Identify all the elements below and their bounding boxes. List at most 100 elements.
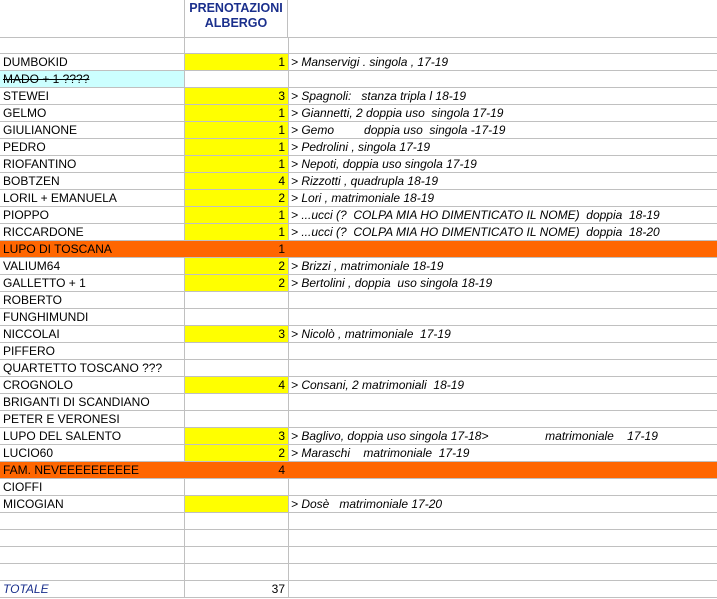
- note-cell[interactable]: > ...ucci (? COLPA MIA HO DIMENTICATO IL…: [289, 207, 717, 223]
- qty-cell[interactable]: 1: [185, 224, 289, 240]
- note-cell[interactable]: > Nicolò , matrimoniale 17-19: [289, 326, 717, 342]
- note-cell[interactable]: > Pedrolini , singola 17-19: [289, 139, 717, 155]
- qty-cell[interactable]: [185, 564, 289, 580]
- note-cell[interactable]: > ...ucci (? COLPA MIA HO DIMENTICATO IL…: [289, 224, 717, 240]
- note-cell[interactable]: [289, 530, 717, 546]
- note-cell[interactable]: [289, 241, 717, 257]
- note-cell[interactable]: [289, 394, 717, 410]
- note-cell[interactable]: [289, 343, 717, 359]
- name-cell[interactable]: FUNGHIMUNDI: [0, 309, 185, 325]
- name-cell[interactable]: GIULIANONE: [0, 122, 185, 138]
- qty-cell[interactable]: 1: [185, 207, 289, 223]
- qty-cell[interactable]: 2: [185, 445, 289, 461]
- header-cell-prenotazioni[interactable]: PRENOTAZIONI ALBERGO: [185, 0, 288, 37]
- qty-cell[interactable]: 3: [185, 326, 289, 342]
- name-cell[interactable]: DUMBOKID: [0, 54, 185, 70]
- name-cell[interactable]: FAM. NEVEEEEEEEEEE: [0, 462, 185, 478]
- name-cell[interactable]: BOBTZEN: [0, 173, 185, 189]
- name-cell[interactable]: PEDRO: [0, 139, 185, 155]
- note-cell[interactable]: [289, 564, 717, 580]
- qty-cell[interactable]: 1: [185, 156, 289, 172]
- qty-cell[interactable]: [185, 37, 289, 53]
- name-cell[interactable]: MADO + 1 ????: [0, 71, 185, 87]
- qty-cell[interactable]: [185, 547, 289, 563]
- qty-cell[interactable]: 1: [185, 122, 289, 138]
- qty-cell[interactable]: 3: [185, 428, 289, 444]
- note-cell[interactable]: [289, 292, 717, 308]
- note-cell[interactable]: > Nepoti, doppia uso singola 17-19: [289, 156, 717, 172]
- total-label-cell[interactable]: TOTALE: [0, 581, 185, 597]
- name-cell[interactable]: MICOGIAN: [0, 496, 185, 512]
- name-cell[interactable]: GALLETTO + 1: [0, 275, 185, 291]
- qty-cell[interactable]: [185, 513, 289, 529]
- note-cell[interactable]: [289, 71, 717, 87]
- note-cell[interactable]: [289, 547, 717, 563]
- qty-cell[interactable]: 4: [185, 377, 289, 393]
- name-cell[interactable]: [0, 564, 185, 580]
- name-cell[interactable]: BRIGANTI DI SCANDIANO: [0, 394, 185, 410]
- note-cell[interactable]: > Gemo doppia uso singola -17-19: [289, 122, 717, 138]
- note-cell[interactable]: > Rizzotti , quadrupla 18-19: [289, 173, 717, 189]
- total-value-cell[interactable]: 37: [185, 581, 289, 597]
- name-cell[interactable]: GELMO: [0, 105, 185, 121]
- qty-cell[interactable]: [185, 411, 289, 427]
- name-cell[interactable]: ROBERTO: [0, 292, 185, 308]
- note-cell[interactable]: [289, 309, 717, 325]
- name-cell[interactable]: PIOPPO: [0, 207, 185, 223]
- name-cell[interactable]: LUPO DI TOSCANA: [0, 241, 185, 257]
- note-cell[interactable]: [289, 37, 717, 53]
- qty-cell[interactable]: 3: [185, 88, 289, 104]
- qty-cell[interactable]: [185, 71, 289, 87]
- note-cell[interactable]: > Maraschi matrimoniale 17-19: [289, 445, 717, 461]
- note-cell[interactable]: > Dosè matrimoniale 17-20: [289, 496, 717, 512]
- qty-cell[interactable]: 1: [185, 105, 289, 121]
- qty-cell[interactable]: 4: [185, 462, 289, 478]
- note-cell[interactable]: > Spagnoli: stanza tripla l 18-19: [289, 88, 717, 104]
- name-cell[interactable]: [0, 513, 185, 529]
- note-cell[interactable]: [289, 581, 717, 597]
- header-cell-a[interactable]: [0, 0, 185, 37]
- note-cell[interactable]: > Brizzi , matrimoniale 18-19: [289, 258, 717, 274]
- qty-cell[interactable]: 1: [185, 241, 289, 257]
- qty-cell[interactable]: [185, 496, 289, 512]
- note-cell[interactable]: > Lori , matrimoniale 18-19: [289, 190, 717, 206]
- note-cell[interactable]: > Manservigi . singola , 17-19: [289, 54, 717, 70]
- qty-cell[interactable]: 1: [185, 54, 289, 70]
- name-cell[interactable]: LUPO DEL SALENTO: [0, 428, 185, 444]
- note-cell[interactable]: [289, 462, 717, 478]
- name-cell[interactable]: LORIL + EMANUELA: [0, 190, 185, 206]
- note-cell[interactable]: [289, 411, 717, 427]
- qty-cell[interactable]: [185, 360, 289, 376]
- name-cell[interactable]: CIOFFI: [0, 479, 185, 495]
- name-cell[interactable]: [0, 37, 185, 53]
- name-cell[interactable]: PIFFERO: [0, 343, 185, 359]
- qty-cell[interactable]: [185, 479, 289, 495]
- qty-cell[interactable]: [185, 530, 289, 546]
- name-cell[interactable]: NICCOLAI: [0, 326, 185, 342]
- name-cell[interactable]: PETER E VERONESI: [0, 411, 185, 427]
- note-cell[interactable]: > Consani, 2 matrimoniali 18-19: [289, 377, 717, 393]
- name-cell[interactable]: VALIUM64: [0, 258, 185, 274]
- name-cell[interactable]: RIOFANTINO: [0, 156, 185, 172]
- qty-cell[interactable]: [185, 343, 289, 359]
- name-cell[interactable]: STEWEI: [0, 88, 185, 104]
- qty-cell[interactable]: [185, 394, 289, 410]
- qty-cell[interactable]: 4: [185, 173, 289, 189]
- qty-cell[interactable]: 2: [185, 190, 289, 206]
- note-cell[interactable]: [289, 479, 717, 495]
- note-cell[interactable]: > Giannetti, 2 doppia uso singola 17-19: [289, 105, 717, 121]
- note-cell[interactable]: > Baglivo, doppia uso singola 17-18> mat…: [289, 428, 717, 444]
- name-cell[interactable]: QUARTETTO TOSCANO ???: [0, 360, 185, 376]
- note-cell[interactable]: [289, 513, 717, 529]
- name-cell[interactable]: [0, 530, 185, 546]
- name-cell[interactable]: RICCARDONE: [0, 224, 185, 240]
- qty-cell[interactable]: 2: [185, 275, 289, 291]
- note-cell[interactable]: > Bertolini , doppia uso singola 18-19: [289, 275, 717, 291]
- qty-cell[interactable]: [185, 292, 289, 308]
- qty-cell[interactable]: 1: [185, 139, 289, 155]
- qty-cell[interactable]: 2: [185, 258, 289, 274]
- name-cell[interactable]: LUCIO60: [0, 445, 185, 461]
- qty-cell[interactable]: [185, 309, 289, 325]
- note-cell[interactable]: [289, 360, 717, 376]
- name-cell[interactable]: [0, 547, 185, 563]
